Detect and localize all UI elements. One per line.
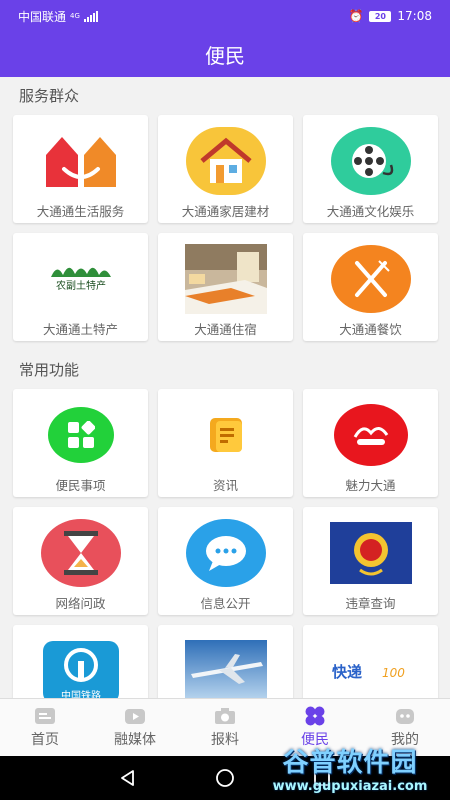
watermark: 谷普软件园 www.gupuxiazai.com [250,735,450,800]
func-card-disclosure[interactable]: 信息公开 [158,507,293,615]
railway-icon: 中国铁路 [40,636,122,698]
func-card-violation[interactable]: 违章查询 [303,507,438,615]
watermark-title: 谷普软件园 [282,747,418,778]
card-label: 大通通文化娱乐 [326,204,415,219]
card-label: 大通通住宿 [194,322,257,337]
func-card-politics[interactable]: 网络问政 [13,507,148,615]
app-bar: 便民 [0,32,450,77]
profile-tab-icon [393,706,417,726]
home-nav-icon[interactable] [215,768,235,788]
svg-text:农副土特产: 农副土特产 [56,279,106,292]
battery-icon: 20 [369,10,392,22]
card-label: 便民事项 [55,478,106,493]
express-icon: 快递 100 [330,636,412,698]
back-icon[interactable] [119,769,137,787]
func-card-news[interactable]: 资讯 [158,389,293,497]
tab-label: 融媒体 [114,732,156,748]
service-grid: 大通通生活服务 大通通家居建材 大通通文化娱乐 农副土特产 大通通土特产 大通通… [0,115,450,341]
carrier-label: 中国联通 [18,9,67,24]
fork-knife-icon [330,244,412,314]
service-card-dining[interactable]: 大通通餐饮 [303,233,438,341]
section-title-common: 常用功能 [19,361,80,379]
news-icon [185,400,267,470]
card-label: 网络问政 [55,596,106,611]
tab-home[interactable]: 首页 [0,699,90,756]
tab-label: 首页 [31,732,59,748]
charm-icon [330,400,412,470]
home-icon [185,126,267,196]
farm-produce-icon: 农副土特产 [40,244,122,314]
service-card-home[interactable]: 大通通家居建材 [158,115,293,223]
tab-label: 报料 [211,732,239,748]
hotel-room-icon [184,244,267,314]
film-reel-icon [330,126,412,196]
tab-media[interactable]: 融媒体 [90,699,180,756]
service-card-specialty[interactable]: 农副土特产 大通通土特产 [13,233,148,341]
watermark-url: www.gupuxiazai.com [272,778,428,794]
card-label: 大通通家居建材 [181,204,270,219]
service-card-life[interactable]: 大通通生活服务 [13,115,148,223]
grid-apps-icon [40,400,122,470]
service-card-lodging[interactable]: 大通通住宿 [158,233,293,341]
card-label: 违章查询 [345,596,396,611]
func-card-railway[interactable]: 中国铁路 [13,625,148,698]
service-card-culture[interactable]: 大通通文化娱乐 [303,115,438,223]
house-smile-icon [40,126,122,196]
hourglass-icon [40,518,122,588]
svg-text:中国铁路: 中国铁路 [61,689,101,698]
home-tab-icon [33,706,57,726]
card-label: 魅力大通 [345,478,396,493]
svg-text:100: 100 [382,666,405,680]
page-title: 便民 [205,44,245,68]
card-label: 大通通土特产 [42,322,118,337]
main-content[interactable]: 服务群众 大通通生活服务 大通通家居建材 大通通文化娱乐 农副土特产 大通通土特… [0,77,450,698]
func-card-convenience[interactable]: 便民事项 [13,389,148,497]
police-emblem-icon [329,518,412,588]
play-tab-icon [123,706,147,726]
signal-icon [84,10,99,22]
func-card-express[interactable]: 快递 100 [303,625,438,698]
func-card-flight[interactable] [158,625,293,698]
common-grid: 便民事项 资讯 魅力大通 网络问政 信息公开 违章查询 中国铁路 快递 100 [0,389,450,698]
status-bar: 中国联通 4G ⏰ 20 17:08 [0,0,450,32]
card-label: 大通通生活服务 [36,204,125,219]
clover-tab-icon [303,706,327,726]
card-label: 信息公开 [200,596,251,611]
card-label: 大通通餐饮 [339,322,402,337]
clock: 17:08 [397,9,432,23]
network-type: 4G [70,11,80,20]
camera-tab-icon [213,706,237,726]
speech-bubble-icon [185,518,267,588]
alarm-icon: ⏰ [348,9,364,23]
card-label: 资讯 [212,478,238,493]
svg-text:快递: 快递 [332,663,362,681]
section-title-service: 服务群众 [19,87,80,105]
func-card-charm[interactable]: 魅力大通 [303,389,438,497]
airplane-icon [184,636,267,698]
